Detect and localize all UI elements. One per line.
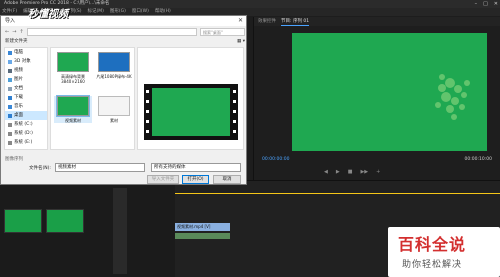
project-thumb-2[interactable]	[46, 209, 84, 233]
import-folder-button[interactable]: 导入文件夹	[147, 175, 179, 184]
playhead-timecode[interactable]: 00:00:00:00	[262, 157, 289, 162]
document-icon	[8, 86, 12, 91]
image-sequence-checkbox[interactable]: 图像序列	[5, 156, 23, 162]
nav-item-drive-d[interactable]: 系统 (D:)	[5, 129, 47, 138]
file-thumbnail	[98, 52, 130, 72]
new-folder-button[interactable]: 新建文件夹	[5, 38, 28, 46]
step-forward-icon[interactable]: ▶▶	[360, 169, 368, 177]
import-dialog: 导入 ✕ ← → ↑ 搜索"桌面" 新建文件夹 ▦ ▾ 电脑 3D 对象 视频 …	[0, 15, 247, 185]
maximize-icon[interactable]: □	[483, 0, 488, 8]
window-controls: – □ ✕	[475, 0, 498, 8]
stop-icon[interactable]: ■	[348, 169, 353, 177]
search-input[interactable]: 搜索"桌面"	[200, 27, 245, 36]
dialog-nav-bar: ← → ↑ 搜索"桌面"	[5, 27, 245, 36]
drive-icon	[8, 140, 12, 145]
preview-pane	[137, 47, 244, 150]
tab-effect-controls[interactable]: 效果控件	[258, 17, 276, 26]
close-icon[interactable]: ✕	[238, 16, 243, 26]
picture-icon	[8, 77, 12, 82]
nav-item-computer[interactable]: 电脑	[5, 48, 47, 57]
navigation-pane: 电脑 3D 对象 视频 图片 文档 下载 音乐 桌面 系统 (C:) 系统 (D…	[4, 47, 48, 150]
program-tabs: 效果控件 节目: 序列 01	[254, 17, 500, 26]
nav-item-desktop[interactable]: 桌面	[5, 111, 47, 120]
close-icon[interactable]: ✕	[494, 0, 498, 8]
nav-item-downloads[interactable]: 下载	[5, 93, 47, 102]
green-screen-bokeh	[435, 74, 470, 120]
program-monitor-panel: 效果控件 节目: 序列 01 00:00:00:00 00:00:10:00 ◀…	[253, 17, 500, 180]
file-thumbnail	[98, 96, 130, 116]
address-bar[interactable]	[26, 27, 197, 36]
watermark-logo-top: 秒懂视频	[28, 9, 68, 20]
timeline-clip[interactable]: 视频素材.mp4 [V]	[175, 223, 230, 231]
window-title: Adobe Premiere Pro CC 2018 - C:\用户\...\未…	[0, 0, 500, 8]
file-list-pane: 高清绿布背景 3840×2160 片尾1080P绿布-4K 视频素材 素材	[50, 47, 135, 150]
file-thumbnail	[56, 95, 90, 117]
nav-item-drive-c[interactable]: 系统 (C:)	[5, 120, 47, 129]
file-item[interactable]: 片尾1080P绿布-4K	[95, 52, 133, 79]
project-panel	[0, 180, 175, 277]
step-back-icon[interactable]: ◀	[324, 169, 328, 177]
drive-icon	[8, 122, 12, 127]
playhead-bar	[175, 193, 500, 194]
program-video-frame	[292, 33, 487, 151]
video-icon	[8, 68, 12, 73]
cube-icon	[8, 59, 12, 64]
up-icon[interactable]: ↑	[19, 29, 23, 35]
nav-item-videos[interactable]: 视频	[5, 66, 47, 75]
dialog-toolbar: 新建文件夹 ▦ ▾	[5, 38, 245, 46]
nav-item-drive-e[interactable]: 系统 (E:)	[5, 138, 47, 147]
drive-icon	[8, 131, 12, 136]
file-thumbnail	[57, 52, 89, 72]
nav-item-pictures[interactable]: 图片	[5, 75, 47, 84]
music-icon	[8, 104, 12, 109]
video-preview-icon	[144, 84, 238, 140]
play-icon[interactable]: ▶	[336, 169, 340, 177]
nav-item-documents[interactable]: 文档	[5, 84, 47, 93]
nav-item-music[interactable]: 音乐	[5, 102, 47, 111]
open-button[interactable]: 打开(O)	[182, 175, 209, 184]
back-icon[interactable]: ←	[5, 29, 9, 35]
duration-timecode: 00:00:10:00	[464, 157, 492, 162]
filetype-select[interactable]: 所有支持的媒体	[151, 163, 241, 172]
nav-item-3d[interactable]: 3D 对象	[5, 57, 47, 66]
file-item[interactable]: 高清绿布背景 3840×2160	[54, 52, 92, 84]
transport-controls: ◀ ▶ ■ ▶▶ +	[324, 169, 444, 177]
download-icon	[8, 95, 12, 100]
project-thumb-1[interactable]	[4, 209, 42, 233]
computer-icon	[8, 50, 12, 55]
tab-program[interactable]: 节目: 序列 01	[281, 17, 310, 26]
file-item[interactable]: 素材	[95, 96, 133, 123]
filename-label: 文件名(N):	[29, 166, 51, 171]
audio-clip[interactable]	[175, 233, 230, 239]
view-options-icon[interactable]: ▦ ▾	[237, 38, 245, 46]
filename-input[interactable]: 视频素材	[55, 163, 145, 172]
watermark-logo-bottom: 百科全说 助你轻松解决	[388, 227, 500, 277]
minimize-icon[interactable]: –	[475, 0, 478, 8]
tools-panel	[113, 188, 127, 274]
forward-icon[interactable]: →	[12, 29, 16, 35]
cancel-button[interactable]: 取消	[213, 175, 241, 184]
desktop-icon	[8, 113, 12, 118]
add-button-icon[interactable]: +	[376, 169, 380, 177]
file-item-selected[interactable]: 视频素材	[54, 95, 92, 123]
